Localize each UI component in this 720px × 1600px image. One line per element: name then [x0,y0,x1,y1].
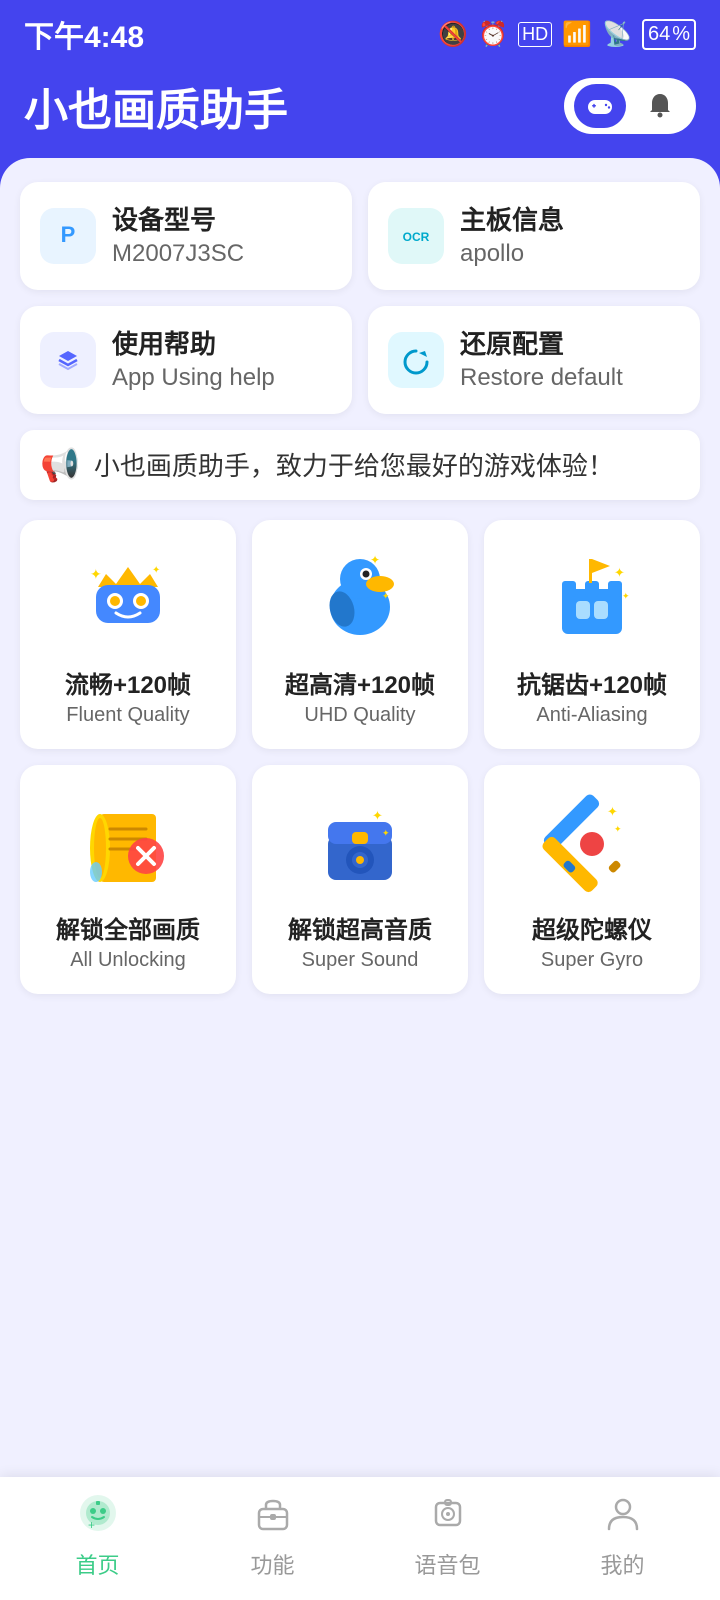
anti-label-cn: 抗锯齿+120帧 [517,670,667,701]
header-buttons [564,78,696,134]
svg-text:✦: ✦ [614,565,625,580]
svg-text:✦: ✦ [607,804,618,819]
svg-text:✦: ✦ [370,553,380,567]
nav-voice[interactable]: 语音包 [360,1493,535,1580]
svg-text:✦: ✦ [372,808,383,823]
feature-grid: ✦ ✦ 流畅+120帧 Fluent Quality [20,520,700,994]
help-subtitle: App Using help [112,364,275,392]
svg-text:✦: ✦ [90,566,102,582]
anti-icon-area: ✦ ✦ [537,544,647,654]
signal-icon: 📶 [562,20,592,49]
fluent-label-cn: 流畅+120帧 [65,670,191,701]
battery-icon: 64% [642,19,696,50]
gyro-icon-area: ✦ ✦ [537,789,647,899]
sound-label-cn: 解锁超高音质 [288,915,432,946]
bell-button[interactable] [634,84,686,128]
help-title: 使用帮助 [112,328,275,362]
main-content: P 设备型号 M2007J3SC OCR 主板信息 apollo [0,158,720,1558]
board-card[interactable]: OCR 主板信息 apollo [368,182,700,290]
restore-card[interactable]: 还原配置 Restore default [368,306,700,414]
nav-func[interactable]: 功能 [185,1493,360,1580]
nav-voice-label: 语音包 [414,1548,480,1580]
device-card[interactable]: P 设备型号 M2007J3SC [20,182,352,290]
svg-text:✦: ✦ [382,591,390,601]
uhd-label-cn: 超高清+120帧 [285,670,435,701]
svg-text:✦: ✦ [382,828,390,838]
unlock-icon-area [73,789,183,899]
restore-subtitle: Restore default [460,364,623,392]
restore-icon [388,332,444,388]
status-bar: 下午4:48 🔕 ⏰ HD 📶 📡 64% [0,0,720,64]
device-title: 设备型号 [112,204,244,238]
announce-icon: 📢 [40,446,80,484]
board-title: 主板信息 [460,204,564,238]
svg-text:✦: ✦ [614,824,622,834]
help-card[interactable]: 使用帮助 App Using help [20,306,352,414]
alarm-icon: ⏰ [478,20,508,49]
board-icon: OCR [388,208,444,264]
device-icon: P [40,208,96,264]
game-button[interactable] [574,84,626,128]
anti-label-en: Anti-Aliasing [536,704,647,727]
all-unlock-card[interactable]: 解锁全部画质 All Unlocking [20,765,236,994]
fluent-label-en: Fluent Quality [66,704,189,727]
voice-icon [428,1493,468,1542]
svg-text:+: + [88,1518,95,1532]
status-icons: 🔕 ⏰ HD 📶 📡 64% [438,19,696,50]
device-subtitle: M2007J3SC [112,240,244,268]
func-icon [253,1493,293,1542]
board-subtitle: apollo [460,240,564,268]
sound-label-en: Super Sound [302,949,419,972]
unlock-label-cn: 解锁全部画质 [56,915,200,946]
svg-text:OCR: OCR [403,230,430,244]
svg-text:P: P [61,222,76,247]
svg-text:✦: ✦ [622,591,630,601]
status-time: 下午4:48 [24,12,144,56]
app-title: 小也画质助手 [24,74,288,138]
mine-icon [603,1493,643,1542]
svg-text:✦: ✦ [152,565,160,576]
wifi-icon: 📡 [602,20,632,49]
bottom-nav: + 首页 功能 语音包 [0,1477,720,1600]
fluent-icon-area: ✦ ✦ [73,544,183,654]
nav-home[interactable]: + 首页 [10,1493,185,1580]
home-icon: + [78,1493,118,1542]
nav-func-label: 功能 [250,1548,294,1580]
restore-title: 还原配置 [460,328,623,362]
help-icon [40,332,96,388]
uhd-label-en: UHD Quality [304,704,415,727]
anti-aliasing-card[interactable]: ✦ ✦ 抗锯齿+120帧 Anti-Aliasing [484,520,700,749]
super-sound-card[interactable]: ✦ ✦ 解锁超高音质 Super Sound [252,765,468,994]
announce-bar: 📢 小也画质助手，致力于给您最好的游戏体验！ [20,430,700,500]
nav-mine-label: 我的 [600,1548,644,1580]
mute-icon: 🔕 [438,20,468,49]
sound-icon-area: ✦ ✦ [305,789,415,899]
super-gyro-card[interactable]: ✦ ✦ 超级陀螺仪 Super Gyro [484,765,700,994]
unlock-label-en: All Unlocking [70,949,186,972]
nav-home-label: 首页 [75,1548,119,1580]
gyro-label-en: Super Gyro [541,949,643,972]
uhd-icon-area: ✦ ✦ [305,544,415,654]
hd-icon: HD [518,22,552,47]
info-row-help: 使用帮助 App Using help 还原配置 Restore default [20,306,700,414]
uhd-quality-card[interactable]: ✦ ✦ 超高清+120帧 UHD Quality [252,520,468,749]
gyro-label-cn: 超级陀螺仪 [532,915,652,946]
header: 小也画质助手 [0,64,720,158]
fluent-quality-card[interactable]: ✦ ✦ 流畅+120帧 Fluent Quality [20,520,236,749]
nav-mine[interactable]: 我的 [535,1493,710,1580]
info-row-device: P 设备型号 M2007J3SC OCR 主板信息 apollo [20,182,700,290]
announce-text: 小也画质助手，致力于给您最好的游戏体验！ [94,446,614,483]
